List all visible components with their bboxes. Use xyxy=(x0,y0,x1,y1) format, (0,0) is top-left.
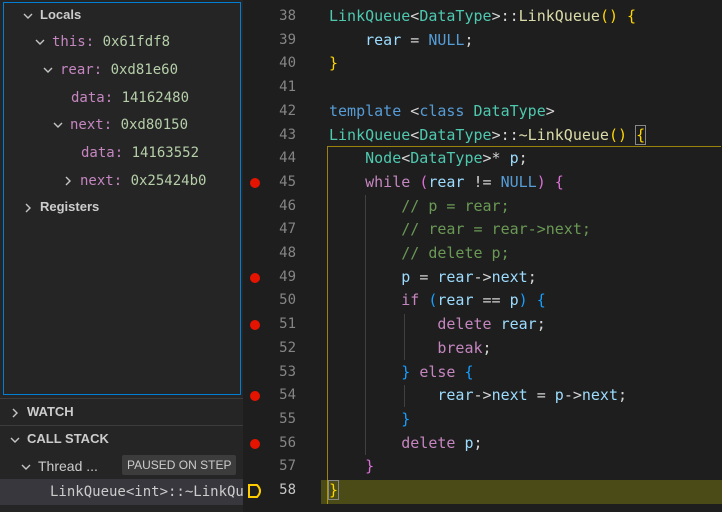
variable-name: data xyxy=(81,145,115,161)
stack-frame-label: LinkQueue<int>::~LinkQueue xyxy=(50,484,243,500)
variable-value: 14162480 xyxy=(121,90,190,106)
variable-value: 0xd81e60 xyxy=(110,62,179,78)
line-number: 58 xyxy=(279,482,296,498)
chevron-down-icon xyxy=(42,64,54,76)
variable-rear-data[interactable]: data: 14162480 xyxy=(71,87,189,109)
line-number: 55 xyxy=(279,410,296,427)
indent-guide xyxy=(404,314,405,360)
line-number: 44 xyxy=(279,150,296,167)
code-text: } xyxy=(329,54,339,73)
line-number: 47 xyxy=(279,221,296,238)
line-number: 45 xyxy=(279,173,296,190)
variables-pane: Locals this: 0x61fdf8 rear: 0xd81e60 dat… xyxy=(3,2,241,395)
stack-frame-item[interactable]: LinkQueue<int>::~LinkQueue xyxy=(0,479,243,505)
thread-item[interactable]: Thread ... PAUSED ON STEP xyxy=(0,454,243,478)
code-line: 43 LinkQueue<DataType>::~LinkQueue() { xyxy=(243,124,722,148)
thread-label: Thread ... xyxy=(38,458,98,474)
code-text: LinkQueue<DataType>::LinkQueue() { xyxy=(329,7,637,25)
line-number: 56 xyxy=(279,434,296,451)
call-stack-header[interactable]: CALL STACK xyxy=(0,425,243,451)
chevron-down-icon xyxy=(9,434,21,446)
variable-value: 0x25424b0 xyxy=(130,173,207,189)
variable-name: data xyxy=(71,90,105,106)
code-line: 40 } xyxy=(243,52,722,76)
chevron-right-icon xyxy=(22,202,34,214)
registers-scope[interactable]: Registers xyxy=(22,196,99,218)
code-text: LinkQueue<DataType>::~LinkQueue() { xyxy=(329,124,647,145)
variable-rear[interactable]: rear: 0xd81e60 xyxy=(42,59,178,81)
variable-name: rear xyxy=(60,62,94,78)
chevron-right-icon xyxy=(62,175,74,187)
variable-next[interactable]: next: 0xd80150 xyxy=(52,114,188,136)
line-number: 52 xyxy=(279,339,296,356)
registers-label: Registers xyxy=(40,199,100,214)
code-line: 41 xyxy=(243,76,722,100)
line-number: 53 xyxy=(279,363,296,380)
line-number: 49 xyxy=(279,268,296,285)
debug-sidebar: Locals this: 0x61fdf8 rear: 0xd81e60 dat… xyxy=(0,0,243,512)
indent-guide xyxy=(404,385,405,407)
chevron-right-icon xyxy=(9,407,21,419)
code-editor[interactable]: 38 LinkQueue<DataType>::LinkQueue() { 39… xyxy=(243,0,722,512)
line-number: 39 xyxy=(279,31,296,48)
line-number: 43 xyxy=(279,126,296,143)
variable-next-next[interactable]: next: 0x25424b0 xyxy=(62,170,206,192)
chevron-down-icon xyxy=(22,10,34,22)
code-line: 39 rear = NULL; xyxy=(243,29,722,53)
code-text: rear = NULL; xyxy=(365,30,474,49)
status-badge: PAUSED ON STEP xyxy=(122,455,237,475)
variable-this[interactable]: this: 0x61fdf8 xyxy=(34,31,170,53)
chevron-down-icon xyxy=(52,119,64,131)
indent-guide xyxy=(365,195,366,455)
line-number: 38 xyxy=(279,8,296,24)
line-number: 48 xyxy=(279,245,296,261)
code-line: 42 template <class DataType> xyxy=(243,100,722,124)
locals-label: Locals xyxy=(40,7,82,22)
line-number: 40 xyxy=(279,55,296,72)
line-number: 46 xyxy=(279,197,296,214)
watch-header[interactable]: WATCH xyxy=(0,398,243,424)
line-number: 57 xyxy=(279,458,296,475)
variable-value: 0x61fdf8 xyxy=(102,34,171,50)
watch-label: WATCH xyxy=(27,404,74,419)
line-number: 51 xyxy=(279,316,296,333)
variable-name: this xyxy=(52,34,86,50)
chevron-down-icon xyxy=(34,36,46,48)
variable-value: 14163552 xyxy=(131,145,200,161)
variable-name: next xyxy=(80,173,114,189)
line-number: 41 xyxy=(279,79,296,96)
chevron-down-icon xyxy=(20,461,32,473)
line-number: 42 xyxy=(279,102,296,119)
locals-scope[interactable]: Locals xyxy=(22,4,81,26)
variable-value: 0xd80150 xyxy=(120,117,189,133)
line-number: 50 xyxy=(279,292,296,309)
code-line: 38 LinkQueue<DataType>::LinkQueue() { xyxy=(243,5,722,29)
line-number: 54 xyxy=(279,387,296,404)
variable-next-data[interactable]: data: 14163552 xyxy=(81,142,199,164)
bracket-guide xyxy=(327,146,721,504)
variable-name: next xyxy=(70,117,104,133)
call-stack-label: CALL STACK xyxy=(27,431,109,446)
code-text: template <class DataType> xyxy=(329,101,555,120)
